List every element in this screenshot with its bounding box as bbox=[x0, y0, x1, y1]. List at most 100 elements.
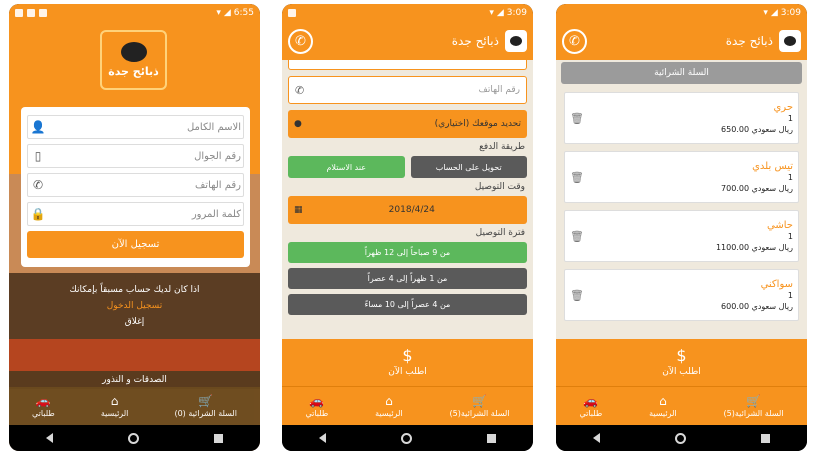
nav-label: الرئيسية bbox=[100, 408, 129, 418]
close-link[interactable]: إغلاق bbox=[125, 317, 145, 327]
phone-icon: ✆ bbox=[295, 33, 306, 49]
item-name: حاشي bbox=[767, 219, 793, 231]
nav-home[interactable]: ⌂ الرئيسية bbox=[375, 395, 403, 418]
date-picker[interactable]: ▦ 2018/4/24 bbox=[288, 196, 527, 224]
cart-icon: 🛒 bbox=[472, 393, 488, 408]
bottom-navigation: 🚗 طلباتي ⌂ الرئيسية 🛒 السلة الشرائية(5) bbox=[556, 387, 807, 425]
phone-placeholder: رقم الهاتف bbox=[194, 179, 241, 191]
recents-icon[interactable] bbox=[486, 433, 496, 443]
calendar-icon: ▦ bbox=[294, 205, 303, 215]
app-bar: ✆ ذبائح جدة bbox=[556, 22, 807, 60]
back-icon[interactable] bbox=[319, 433, 327, 443]
nav-my-orders[interactable]: 🚗 طلباتي bbox=[32, 395, 55, 418]
trash-icon[interactable]: 🗑 bbox=[570, 112, 584, 125]
car-icon: 🚗 bbox=[583, 393, 599, 408]
trash-icon[interactable]: 🗑 bbox=[570, 289, 584, 302]
nav-label: السلة الشرائية(5) bbox=[449, 408, 510, 418]
signal-icon: ◢ bbox=[496, 8, 504, 18]
delivery-period-title: فترة التوصيل bbox=[475, 228, 525, 238]
cart-title: السلة الشرائية bbox=[561, 62, 802, 84]
register-button[interactable]: تسجيل الآن bbox=[27, 231, 244, 258]
sheep-icon bbox=[784, 36, 796, 46]
cart-icon: 🛒 bbox=[746, 393, 762, 408]
cart-item[interactable]: 🗑 حاشي 1 1100.00 ريال سعودي bbox=[564, 210, 799, 262]
mobile-placeholder: رقم الجوال bbox=[194, 150, 241, 162]
home-circle-icon[interactable] bbox=[674, 432, 686, 444]
order-now-button[interactable]: $ اطلب الآن bbox=[556, 339, 807, 387]
phone-field[interactable]: ✆ رقم الهاتف bbox=[27, 173, 244, 197]
slot-afternoon[interactable]: من 1 ظهراً إلى 4 عصراً bbox=[288, 268, 527, 289]
slot-morning[interactable]: من 9 صباحاً إلى 12 ظهراً bbox=[288, 242, 527, 263]
logo-text: ذبائح جدة bbox=[108, 65, 159, 78]
item-qty: 1 bbox=[787, 172, 793, 182]
cart-item[interactable]: 🗑 حري 1 650.00 ريال سعودي bbox=[564, 92, 799, 144]
have-account-text: اذا كان لديك حساب مسبقاً بإمكانك bbox=[69, 285, 200, 295]
nav-label: الرئيسية bbox=[375, 408, 403, 418]
trash-icon[interactable]: 🗑 bbox=[570, 230, 584, 243]
cart-icon: 🛒 bbox=[198, 393, 214, 408]
recents-icon[interactable] bbox=[213, 433, 223, 443]
trash-icon[interactable]: 🗑 bbox=[570, 171, 584, 184]
cart-item[interactable]: 🗑 سواكني 1 600.00 ريال سعودي bbox=[564, 269, 799, 321]
wifi-icon: ▾ bbox=[216, 8, 221, 18]
nav-home[interactable]: ⌂ الرئيسية bbox=[649, 395, 677, 418]
password-field[interactable]: 🔒 كلمة المرور bbox=[27, 202, 244, 226]
call-button[interactable]: ✆ bbox=[288, 28, 313, 54]
full-name-placeholder: الاسم الكامل bbox=[186, 121, 241, 133]
mobile-field[interactable]: ▯ رقم الجوال bbox=[27, 144, 244, 168]
call-button[interactable]: ✆ bbox=[562, 28, 587, 54]
partial-field[interactable] bbox=[288, 60, 527, 70]
payment-options: عند الاستلام تحويل على الحساب bbox=[288, 156, 527, 178]
android-nav-bar bbox=[282, 425, 533, 451]
order-now-button[interactable]: $ اطلب الآن bbox=[282, 339, 533, 387]
app-bar: ✆ ذبائح جدة bbox=[282, 22, 533, 60]
item-name: تيس بلدي bbox=[752, 160, 793, 172]
nav-cart[interactable]: 🛒 السلة الشرائية(5) bbox=[450, 395, 510, 418]
sheep-icon bbox=[510, 36, 522, 46]
phone-field[interactable]: ✆ رقم الهاتف bbox=[288, 76, 527, 104]
checkout-form: ✆ رقم الهاتف ● تحديد موقعك (اختياري) طريقة… bbox=[282, 60, 533, 339]
notification-icon bbox=[288, 9, 296, 17]
home-icon: ⌂ bbox=[110, 393, 119, 408]
full-name-field[interactable]: 👤 الاسم الكامل bbox=[27, 115, 244, 139]
nav-my-orders[interactable]: 🚗 طلباتي bbox=[579, 395, 602, 418]
password-placeholder: كلمة المرور bbox=[191, 208, 241, 220]
pay-transfer-button[interactable]: تحويل على الحساب bbox=[410, 156, 527, 178]
login-prompt-panel: اذا كان لديك حساب مسبقاً بإمكانك تسجيل ا… bbox=[9, 273, 260, 339]
status-bar: ▾ ◢ 3:09 bbox=[282, 4, 533, 22]
app-logo bbox=[779, 30, 801, 52]
android-nav-bar bbox=[556, 425, 807, 451]
bottom-navigation: 🚗 طلباتي ⌂ الرئيسية 🛒 السلة الشرائية(5) bbox=[282, 387, 533, 425]
car-icon: 🚗 bbox=[309, 393, 325, 408]
nav-my-orders[interactable]: 🚗 طلباتي bbox=[305, 395, 328, 418]
nav-cart[interactable]: 🛒 السلة الشرائية (0) bbox=[174, 395, 237, 418]
nav-label: طلباتي bbox=[305, 408, 329, 418]
back-icon[interactable] bbox=[593, 433, 601, 443]
status-time: 3:09 bbox=[506, 8, 527, 18]
pay-cash-button[interactable]: عند الاستلام bbox=[288, 156, 405, 178]
login-link[interactable]: تسجيل الدخول bbox=[107, 301, 162, 311]
wifi-icon: ▾ bbox=[489, 8, 494, 18]
nav-home[interactable]: ⌂ الرئيسية bbox=[101, 395, 129, 418]
wifi-icon: ▾ bbox=[763, 8, 768, 18]
item-qty: 1 bbox=[787, 290, 793, 300]
status-time: 3:09 bbox=[780, 8, 801, 18]
back-icon[interactable] bbox=[46, 433, 54, 443]
nav-cart[interactable]: 🛒 السلة الشرائية(5) bbox=[724, 395, 784, 418]
app-title: ذبائح جدة bbox=[451, 34, 499, 48]
nav-label: الرئيسية bbox=[649, 408, 677, 418]
dollar-icon: $ bbox=[676, 346, 687, 365]
app-logo: ذبائح جدة bbox=[100, 30, 167, 90]
home-circle-icon[interactable] bbox=[127, 432, 139, 444]
home-icon: ⌂ bbox=[659, 393, 667, 408]
phone-icon: ✆ bbox=[32, 178, 44, 192]
phone-checkout-screen: ▾ ◢ 3:09 ✆ ذبائح جدة ✆ رقم الهاتف ● تحديد مو… bbox=[282, 4, 533, 451]
date-value: 2018/4/24 bbox=[388, 205, 435, 215]
location-button[interactable]: ● تحديد موقعك (اختياري) bbox=[288, 110, 527, 138]
location-label: تحديد موقعك (اختياري) bbox=[434, 119, 521, 129]
slot-evening[interactable]: من 4 عصراً إلى 10 مساءً bbox=[288, 294, 527, 315]
order-now-label: اطلب الآن bbox=[388, 367, 427, 377]
cart-item[interactable]: 🗑 تيس بلدي 1 700.00 ريال سعودي bbox=[564, 151, 799, 203]
home-circle-icon[interactable] bbox=[400, 432, 412, 444]
recents-icon[interactable] bbox=[760, 433, 770, 443]
